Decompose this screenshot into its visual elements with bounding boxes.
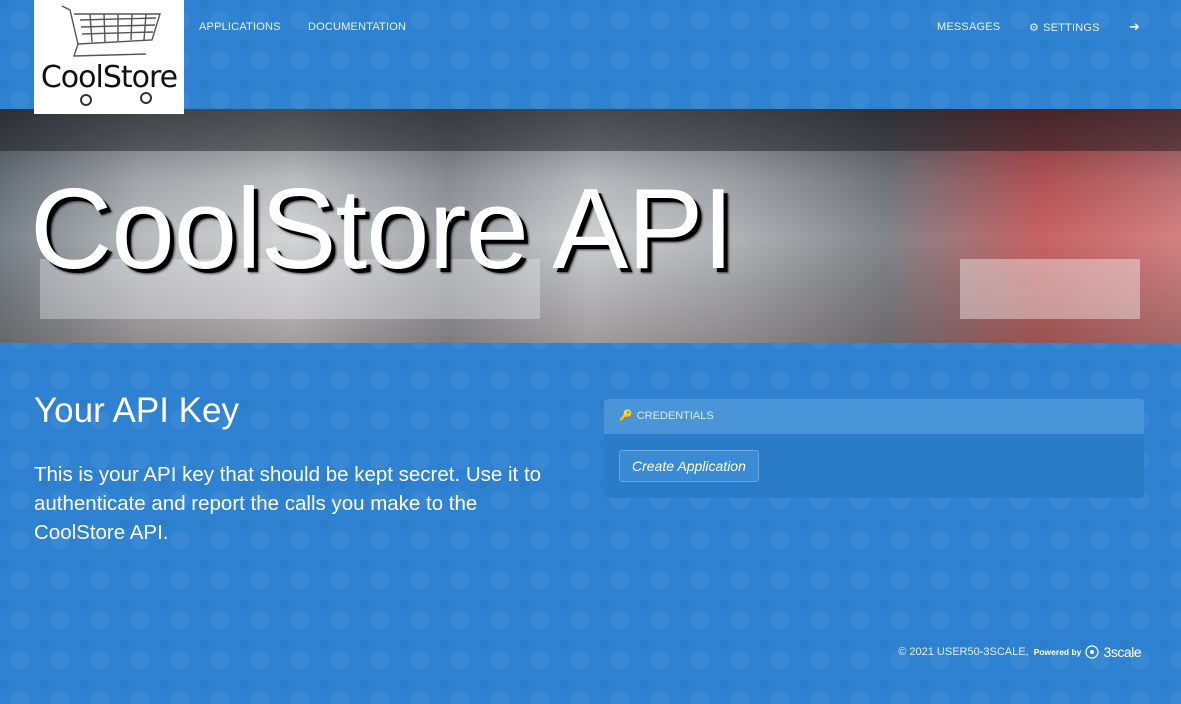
api-key-description: This is your API key that should be kept…	[34, 463, 542, 544]
nav-settings-label: SETTINGS	[1043, 22, 1100, 34]
credentials-panel: 🔑 CREDENTIALS Create Application	[604, 399, 1144, 498]
nav-messages[interactable]: MESSAGES	[937, 21, 1000, 33]
hero-banner: CoolStore API	[0, 109, 1181, 343]
logo-text: CoolStore	[40, 60, 178, 95]
page-title: Your API Key	[34, 391, 239, 430]
hero-title: CoolStore API	[30, 166, 734, 293]
nav-applications[interactable]: APPLICATIONS	[199, 21, 281, 33]
hero-ceiling	[0, 109, 1181, 151]
shopping-cart-icon	[61, 5, 161, 106]
hero-counter	[960, 259, 1140, 319]
powered-by-label: Powered by	[1033, 647, 1082, 657]
sign-out-icon: ➜	[1129, 19, 1141, 34]
create-application-button[interactable]: Create Application	[619, 450, 759, 482]
credentials-header-label: CREDENTIALS	[636, 410, 714, 422]
nav-logout[interactable]: ➜	[1129, 19, 1140, 35]
gears-icon: ⚙	[1029, 22, 1040, 34]
coolstore-logo[interactable]: CoolStore	[34, 0, 184, 114]
nav-settings[interactable]: ⚙ SETTINGS	[1029, 21, 1100, 34]
footer: © 2021 USER50-3SCALE, Powered by 3scale	[898, 644, 1141, 660]
top-navigation: CoolStore APPLICATIONS DOCUMENTATION MES…	[0, 0, 1181, 114]
credentials-panel-body: Create Application	[604, 434, 1144, 498]
3scale-brand-text: 3scale	[1103, 644, 1142, 660]
powered-by-3scale-link[interactable]: Powered by 3scale	[1033, 644, 1142, 660]
3scale-logo-icon	[1085, 645, 1100, 659]
nav-documentation[interactable]: DOCUMENTATION	[308, 21, 406, 33]
key-icon: 🔑	[619, 410, 633, 422]
copyright-text: © 2021 USER50-3SCALE,	[898, 645, 1029, 658]
credentials-panel-header: 🔑 CREDENTIALS	[604, 399, 1144, 434]
